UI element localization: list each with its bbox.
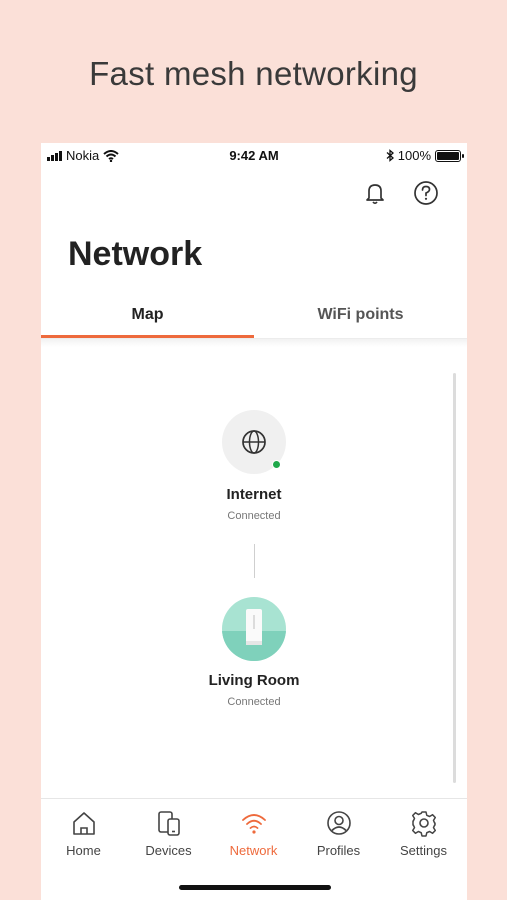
battery-label: 100% xyxy=(397,148,431,163)
phone-screen: Nokia 9:42 AM 100% Network Map WiFi poin… xyxy=(41,143,467,900)
home-icon xyxy=(72,812,95,835)
scrollbar[interactable] xyxy=(453,373,456,783)
nav-profiles[interactable]: Profiles xyxy=(296,809,381,858)
devices-icon xyxy=(157,811,180,836)
help-icon[interactable] xyxy=(412,179,440,207)
living-room-node-status: Connected xyxy=(227,696,281,708)
bell-icon[interactable] xyxy=(361,179,389,207)
tab-bar: Map WiFi points xyxy=(41,301,467,339)
battery-icon xyxy=(435,149,464,162)
internet-node-name: Internet xyxy=(226,486,282,503)
nav-profiles-label: Profiles xyxy=(316,843,361,858)
nav-devices[interactable]: Devices xyxy=(126,809,211,858)
gear-icon xyxy=(411,811,436,837)
profile-icon xyxy=(326,811,351,835)
tab-wifi-points[interactable]: WiFi points xyxy=(254,301,467,339)
tab-shadow xyxy=(41,339,467,347)
tab-map[interactable]: Map xyxy=(41,301,254,339)
nav-network[interactable]: Network xyxy=(211,809,296,858)
router-icon xyxy=(222,609,286,661)
nav-settings-label: Settings xyxy=(400,843,447,858)
home-indicator[interactable] xyxy=(179,885,331,890)
nav-settings[interactable]: Settings xyxy=(381,809,466,858)
online-status-dot xyxy=(272,460,281,469)
living-room-node-name: Living Room xyxy=(208,672,300,689)
bluetooth-icon xyxy=(386,149,394,162)
wifi-icon xyxy=(241,814,266,834)
page-title: Network xyxy=(68,235,203,273)
status-bar: Nokia 9:42 AM 100% xyxy=(41,143,467,167)
internet-node-status: Connected xyxy=(227,510,281,522)
nav-devices-label: Devices xyxy=(145,843,192,858)
living-room-node[interactable] xyxy=(222,597,286,661)
promo-title: Fast mesh networking xyxy=(89,55,418,92)
nav-home-label: Home xyxy=(66,843,101,858)
nav-home[interactable]: Home xyxy=(41,809,126,858)
node-connector xyxy=(254,544,255,578)
nav-network-label: Network xyxy=(229,843,278,858)
